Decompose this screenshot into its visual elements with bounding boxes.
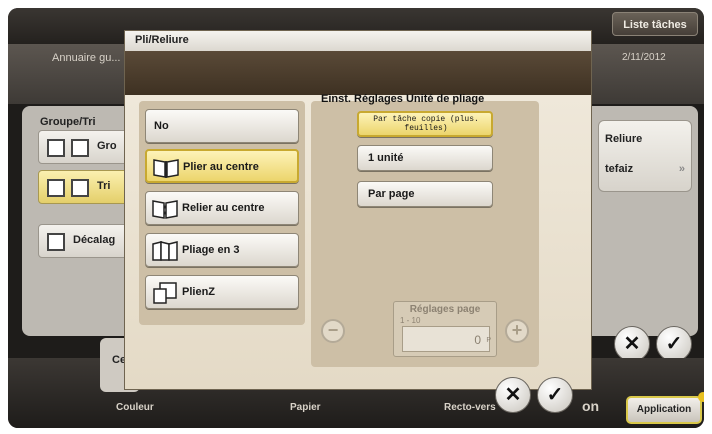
group-sort-label: Groupe/Tri xyxy=(40,116,96,128)
fold-center-icon xyxy=(153,159,179,178)
background-ok-button[interactable]: ✓ xyxy=(656,326,692,362)
dialog-title: Pli/Reliure xyxy=(125,31,591,51)
dialog-cancel-button[interactable]: ✕ xyxy=(495,377,531,413)
page-settings-range: 1 - 10 xyxy=(400,316,421,325)
page-count-field[interactable]: 0 P xyxy=(402,326,491,352)
unit-per-copy-job-button[interactable]: Par tâche copie (plus. feuilles) xyxy=(357,111,493,137)
tri-fold-icon xyxy=(152,241,178,261)
page-count-value: 0 xyxy=(474,333,481,347)
group-icon xyxy=(47,139,65,157)
unit-one-unit-button[interactable]: 1 unité xyxy=(357,145,493,171)
unit-per-page-button[interactable]: Par page xyxy=(357,181,493,207)
fragment-tab[interactable]: on xyxy=(582,398,599,414)
job-list-button[interactable]: Liste tâches xyxy=(612,12,698,36)
binding-label: Reliure xyxy=(605,133,643,145)
group-button-label: Gro xyxy=(97,140,117,152)
duplex-tab[interactable]: Recto-vers xyxy=(444,402,496,413)
option-none-button[interactable]: No xyxy=(145,109,299,143)
option-z-fold-button[interactable]: PlienZ xyxy=(145,275,299,309)
binding-sub-label: tefaiz xyxy=(605,163,634,175)
unit-option-label: Par page xyxy=(368,188,415,200)
background-cancel-button[interactable]: ✕ xyxy=(614,326,650,362)
increase-button[interactable]: + xyxy=(505,319,529,343)
offset-button-label: Décalag xyxy=(73,234,116,246)
option-label: Plier au centre xyxy=(183,161,259,173)
address-book-fragment: Annuaire gu... xyxy=(52,52,121,64)
forward-arrow-icon: » xyxy=(678,163,685,175)
sort-button-label: Tri xyxy=(97,180,111,192)
page-settings-title: Réglages page xyxy=(409,304,481,315)
application-indicator xyxy=(698,392,704,402)
option-bind-center-button[interactable]: Relier au centre xyxy=(145,191,299,225)
option-label: Pliage en 3 xyxy=(182,244,240,256)
binding-panel[interactable]: Reliure tefaiz » xyxy=(598,120,692,192)
date-display: 2/11/2012 xyxy=(622,52,666,63)
option-label: PlienZ xyxy=(182,286,216,298)
option-label: Relier au centre xyxy=(182,202,265,214)
offset-button[interactable]: Décalag xyxy=(38,224,138,258)
dialog-ok-button[interactable]: ✓ xyxy=(537,377,573,413)
sort-icon xyxy=(71,179,89,197)
group-button[interactable]: Gro xyxy=(38,130,138,164)
z-fold-icon xyxy=(153,282,177,304)
option-fold-center-button[interactable]: Plier au centre xyxy=(145,149,299,183)
color-tab[interactable]: Couleur xyxy=(116,402,154,413)
sort-icon xyxy=(47,179,65,197)
option-tri-fold-button[interactable]: Pliage en 3 xyxy=(145,233,299,267)
paper-tab[interactable]: Papier xyxy=(290,402,321,413)
unit-option-label: Par tâche copie (plus. feuilles) xyxy=(373,115,479,133)
fold-binding-dialog: Pli/Reliure No Plier au centre Relier au… xyxy=(124,30,592,413)
option-label: No xyxy=(154,120,169,132)
page-count-unit: P xyxy=(486,337,491,344)
group-icon xyxy=(71,139,89,157)
decrease-button[interactable]: − xyxy=(321,319,345,343)
dialog-header-bar xyxy=(125,51,591,95)
unit-option-label: 1 unité xyxy=(368,152,404,164)
application-button[interactable]: Application xyxy=(626,396,702,424)
fold-unit-title: Einst. Réglages Unité de pliage xyxy=(321,93,485,105)
page-settings-box: Réglages page 1 - 10 0 P xyxy=(393,301,497,357)
offset-icon xyxy=(47,233,65,251)
bind-center-icon xyxy=(152,200,178,219)
sort-button[interactable]: Tri xyxy=(38,170,138,204)
